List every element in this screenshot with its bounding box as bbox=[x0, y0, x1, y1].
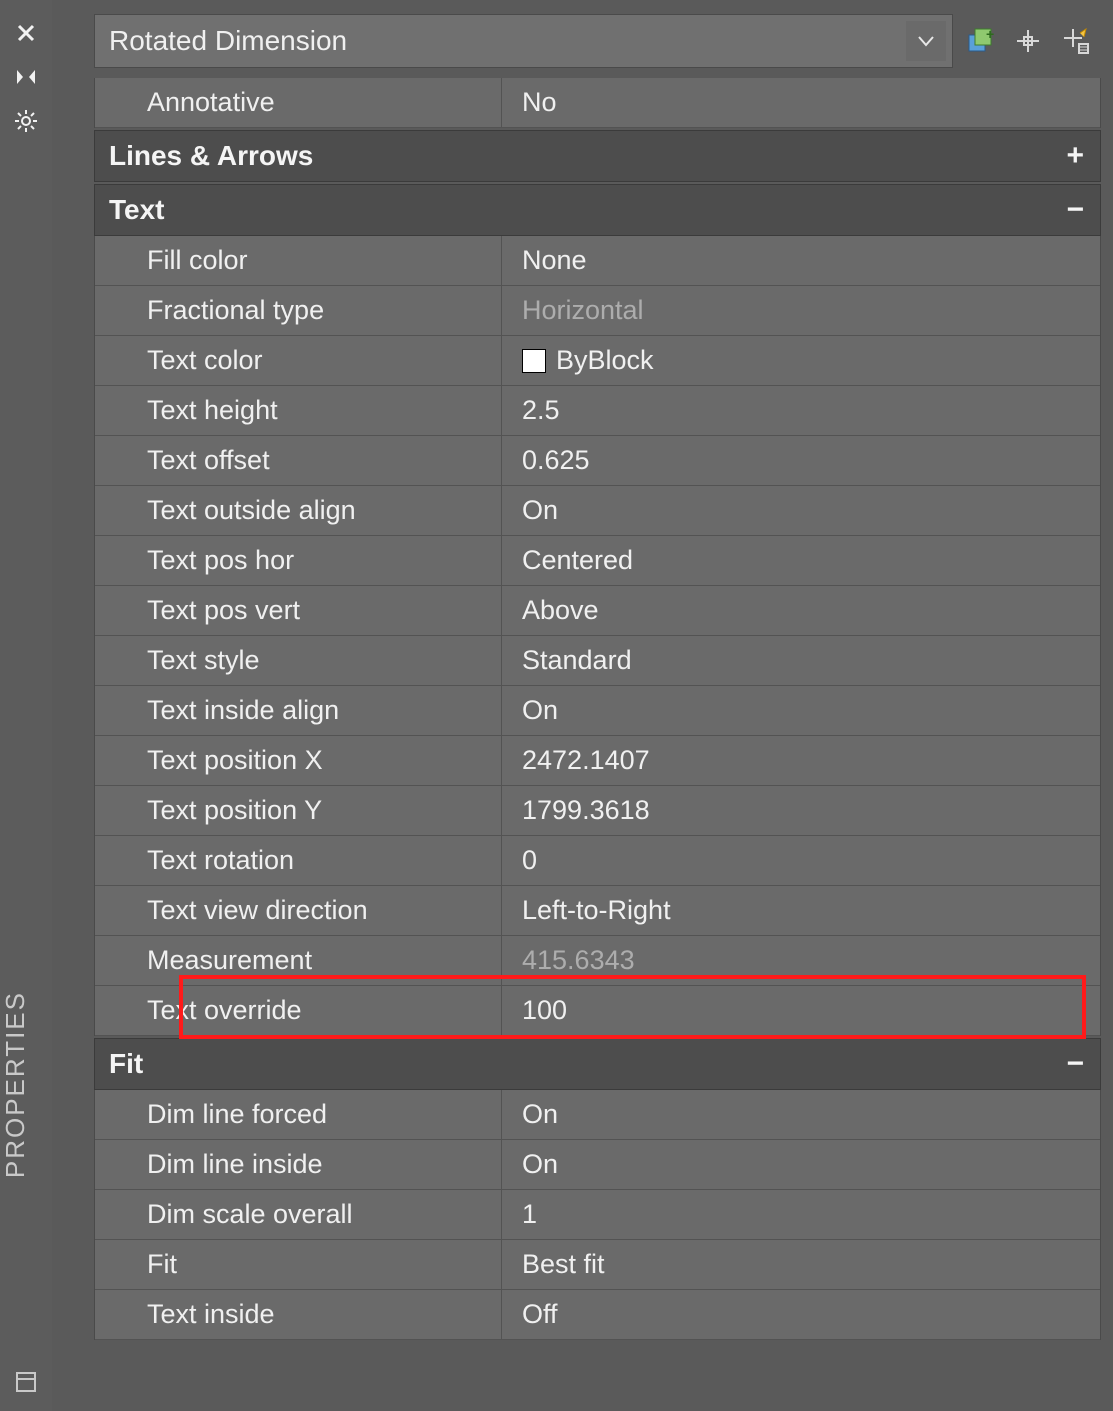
prop-value[interactable]: 2472.1407 bbox=[502, 736, 1100, 785]
prop-label: Fit bbox=[95, 1240, 502, 1289]
prop-label: Text view direction bbox=[95, 886, 502, 935]
prop-row-annotative[interactable]: Annotative No bbox=[95, 78, 1100, 128]
prop-label: Text position X bbox=[95, 736, 502, 785]
prop-row-text-override[interactable]: Text override 100 bbox=[95, 986, 1100, 1036]
prop-label: Text rotation bbox=[95, 836, 502, 885]
prop-value: 415.6343 bbox=[502, 936, 1100, 985]
prop-row[interactable]: Text pos hor Centered bbox=[95, 536, 1100, 586]
prop-value[interactable]: Centered bbox=[502, 536, 1100, 585]
prop-row[interactable]: Text inside align On bbox=[95, 686, 1100, 736]
prop-row[interactable]: Dim scale overall 1 bbox=[95, 1190, 1100, 1240]
prop-row[interactable]: Text color ByBlock bbox=[95, 336, 1100, 386]
prop-row[interactable]: Fill color None bbox=[95, 236, 1100, 286]
prop-value[interactable]: Left-to-Right bbox=[502, 886, 1100, 935]
prop-value[interactable]: 0.625 bbox=[502, 436, 1100, 485]
palette-sidebar: PROPERTIES bbox=[0, 0, 52, 1411]
prop-value[interactable]: On bbox=[502, 1090, 1100, 1139]
prop-row[interactable]: Fractional type Horizontal bbox=[95, 286, 1100, 336]
prop-value[interactable]: 100 bbox=[502, 986, 1100, 1035]
section-title: Text bbox=[109, 194, 165, 226]
prop-label: Dim line forced bbox=[95, 1090, 502, 1139]
prop-row[interactable]: Dim line inside On bbox=[95, 1140, 1100, 1190]
properties-panel: Rotated Dimension + bbox=[52, 0, 1113, 1411]
prop-label: Text pos hor bbox=[95, 536, 502, 585]
object-type-label: Rotated Dimension bbox=[109, 25, 347, 57]
prop-value[interactable]: Best fit bbox=[502, 1240, 1100, 1289]
prop-value: Horizontal bbox=[502, 286, 1100, 335]
prop-row[interactable]: Text view direction Left-to-Right bbox=[95, 886, 1100, 936]
prop-row[interactable]: Text position Y 1799.3618 bbox=[95, 786, 1100, 836]
prop-value[interactable]: None bbox=[502, 236, 1100, 285]
section-text[interactable]: Text − bbox=[94, 184, 1101, 236]
section-lines-arrows[interactable]: Lines & Arrows + bbox=[94, 130, 1101, 182]
prop-row[interactable]: Text inside Off bbox=[95, 1290, 1100, 1340]
close-icon[interactable] bbox=[11, 18, 41, 48]
chevron-down-icon bbox=[906, 21, 946, 61]
prop-label: Fractional type bbox=[95, 286, 502, 335]
select-objects-icon[interactable] bbox=[1011, 24, 1045, 58]
collapse-icon: − bbox=[1066, 1047, 1084, 1081]
prop-value[interactable]: ByBlock bbox=[502, 336, 1100, 385]
prop-row[interactable]: Fit Best fit bbox=[95, 1240, 1100, 1290]
prop-value[interactable]: 1 bbox=[502, 1190, 1100, 1239]
prop-value[interactable]: On bbox=[502, 1140, 1100, 1189]
prop-value[interactable]: Above bbox=[502, 586, 1100, 635]
prop-label: Text height bbox=[95, 386, 502, 435]
prop-label: Dim line inside bbox=[95, 1140, 502, 1189]
prop-row[interactable]: Text pos vert Above bbox=[95, 586, 1100, 636]
prop-value[interactable]: Off bbox=[502, 1290, 1100, 1339]
prop-label: Text outside align bbox=[95, 486, 502, 535]
quick-select-icon[interactable] bbox=[1059, 24, 1093, 58]
prop-row[interactable]: Text position X 2472.1407 bbox=[95, 736, 1100, 786]
prop-value[interactable]: No bbox=[502, 78, 1100, 127]
prop-row[interactable]: Dim line forced On bbox=[95, 1090, 1100, 1140]
prop-value[interactable]: 1799.3618 bbox=[502, 786, 1100, 835]
prop-label: Fill color bbox=[95, 236, 502, 285]
prop-row[interactable]: Text rotation 0 bbox=[95, 836, 1100, 886]
prop-label: Annotative bbox=[95, 78, 502, 127]
prop-label: Text style bbox=[95, 636, 502, 685]
collapse-icon: − bbox=[1066, 193, 1084, 227]
prop-label: Dim scale overall bbox=[95, 1190, 502, 1239]
prop-row[interactable]: Text offset 0.625 bbox=[95, 436, 1100, 486]
section-title: Lines & Arrows bbox=[109, 140, 313, 172]
prop-label: Measurement bbox=[95, 936, 502, 985]
prop-row[interactable]: Text style Standard bbox=[95, 636, 1100, 686]
prop-row[interactable]: Text outside align On bbox=[95, 486, 1100, 536]
prop-value[interactable]: 2.5 bbox=[502, 386, 1100, 435]
prop-label: Text offset bbox=[95, 436, 502, 485]
prop-label: Text inside align bbox=[95, 686, 502, 735]
prop-value[interactable]: On bbox=[502, 486, 1100, 535]
toggle-pickadd-icon[interactable]: + bbox=[963, 24, 997, 58]
prop-label: Text override bbox=[95, 986, 502, 1035]
prop-label: Text inside bbox=[95, 1290, 502, 1339]
prop-row[interactable]: Text height 2.5 bbox=[95, 386, 1100, 436]
prop-label: Text position Y bbox=[95, 786, 502, 835]
expand-icon: + bbox=[1066, 139, 1084, 173]
panel-title: PROPERTIES bbox=[0, 991, 52, 1178]
color-swatch-icon bbox=[522, 349, 546, 373]
prop-label: Text pos vert bbox=[95, 586, 502, 635]
object-type-select[interactable]: Rotated Dimension bbox=[94, 14, 953, 68]
section-fit[interactable]: Fit − bbox=[94, 1038, 1101, 1090]
prop-value[interactable]: On bbox=[502, 686, 1100, 735]
prop-value[interactable]: Standard bbox=[502, 636, 1100, 685]
settings-gear-icon[interactable] bbox=[11, 106, 41, 136]
dock-toggle-icon[interactable] bbox=[11, 62, 41, 92]
svg-text:+: + bbox=[986, 27, 994, 42]
prop-value[interactable]: 0 bbox=[502, 836, 1100, 885]
section-title: Fit bbox=[109, 1048, 143, 1080]
prop-row: Measurement 415.6343 bbox=[95, 936, 1100, 986]
prop-label: Text color bbox=[95, 336, 502, 385]
panel-options-icon[interactable] bbox=[15, 1371, 37, 1393]
